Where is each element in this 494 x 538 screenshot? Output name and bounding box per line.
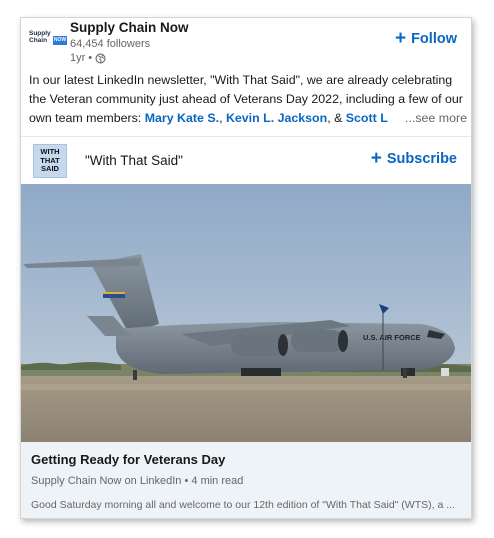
- newsletter-row: WITH THAT SAID "With That Said" + Subscr…: [21, 136, 471, 184]
- article-title[interactable]: Getting Ready for Veterans Day: [31, 452, 225, 467]
- article-snippet: Good Saturday morning all and welcome to…: [31, 499, 455, 511]
- logo-badge: NOW: [53, 36, 67, 45]
- c17-aircraft-image: U.S. AIR FORCE: [21, 184, 471, 442]
- linkedin-post-card: Supply Chain NOW Supply Chain Now 64,454…: [20, 17, 472, 519]
- article-image[interactable]: U.S. AIR FORCE: [21, 184, 471, 442]
- post-meta: 1yr •: [70, 52, 106, 64]
- company-name[interactable]: Supply Chain Now: [70, 20, 189, 35]
- meta-separator: •: [88, 52, 93, 64]
- post-header: Supply Chain NOW Supply Chain Now 64,454…: [21, 18, 471, 68]
- article-meta: Supply Chain Now on LinkedIn • 4 min rea…: [31, 475, 244, 487]
- company-logo[interactable]: Supply Chain NOW: [29, 24, 67, 52]
- article-footer[interactable]: Getting Ready for Veterans Day Supply Ch…: [21, 442, 471, 518]
- mention-link[interactable]: Mary Kate S.: [145, 111, 219, 125]
- mention-link[interactable]: Kevin L. Jackson: [226, 111, 327, 125]
- follow-label: Follow: [411, 31, 457, 47]
- subscribe-button[interactable]: + Subscribe: [370, 148, 457, 169]
- mention-link[interactable]: Scott L: [346, 111, 388, 125]
- follow-button[interactable]: + Follow: [394, 28, 457, 49]
- globe-icon: [95, 52, 106, 64]
- fuselage-text: U.S. AIR FORCE: [363, 333, 421, 342]
- plus-icon: +: [394, 28, 407, 49]
- newsletter-title[interactable]: "With That Said": [85, 153, 183, 168]
- plus-icon: +: [370, 148, 382, 169]
- newsletter-logo[interactable]: WITH THAT SAID: [33, 144, 67, 178]
- see-more-link[interactable]: ...see more: [401, 109, 471, 128]
- post-age: 1yr: [70, 52, 86, 64]
- subscribe-label: Subscribe: [386, 151, 457, 167]
- follower-count: 64,454 followers: [70, 38, 151, 50]
